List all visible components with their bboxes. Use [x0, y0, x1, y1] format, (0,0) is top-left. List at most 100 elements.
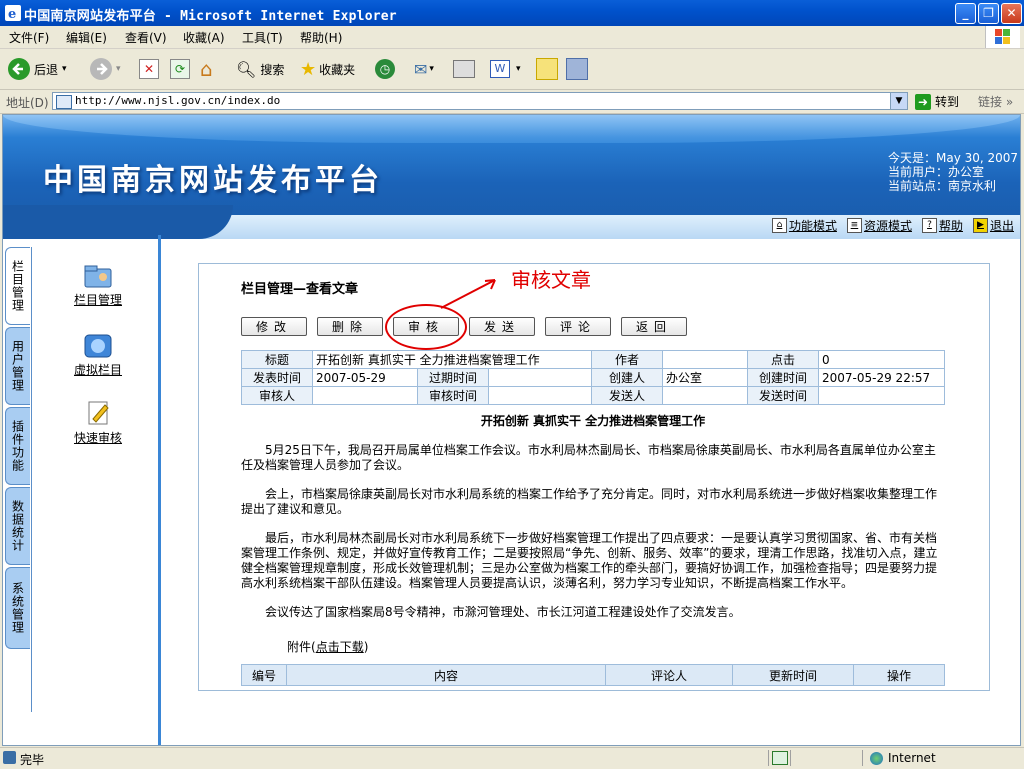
tab-user-management[interactable]: 用户管理	[5, 327, 30, 405]
print-button[interactable]	[453, 57, 475, 81]
document-icon: ≡	[846, 218, 862, 233]
history-icon: ◷	[375, 59, 395, 79]
nav-item-column-management[interactable]: 栏目管理	[63, 261, 133, 308]
annotation-ellipse	[385, 304, 467, 350]
annotation-label: 审核文章	[511, 268, 591, 292]
delete-article-button[interactable]: 删除	[317, 317, 383, 336]
close-button[interactable]: ✕	[1001, 3, 1022, 24]
nav-item-virtual-column[interactable]: 虚拟栏目	[63, 331, 133, 378]
edit-button[interactable]: W ▾	[490, 57, 521, 81]
left-border-line	[158, 235, 161, 745]
left-navigation: 栏目管理 用户管理 插件功能 数据统计 系统管理 栏目管理 虚拟栏目 快速审核	[3, 247, 161, 745]
back-dropdown-icon: ▾	[62, 64, 67, 74]
review-time-value	[488, 386, 592, 405]
site-banner: 中国南京网站发布平台 今天是：May 30, 2007 当前用户：办公室 当前站…	[3, 115, 1020, 239]
security-zone: Internet	[870, 751, 936, 765]
home-button[interactable]: ⌂	[200, 57, 213, 81]
edit-article-button[interactable]: 修改	[241, 317, 307, 336]
search-button[interactable]: 🔍︎ 搜索	[236, 57, 284, 81]
back-label: 后退	[34, 62, 59, 77]
folder-people-icon	[83, 261, 113, 289]
research-button[interactable]	[566, 57, 588, 81]
minimize-button[interactable]: _	[955, 3, 976, 24]
page-done-icon	[3, 751, 16, 764]
tab-column-management[interactable]: 栏目管理	[5, 247, 30, 325]
stop-button[interactable]: ✕	[139, 57, 159, 81]
current-user-text: 当前用户：办公室	[888, 165, 985, 179]
tab-data-statistics[interactable]: 数据统计	[5, 487, 30, 565]
back-to-list-button[interactable]: 返回	[621, 317, 687, 336]
tab-plugin-functions[interactable]: 插件功能	[5, 407, 30, 485]
send-time-label: 发送时间	[747, 386, 819, 405]
col-commenter: 评论人	[605, 664, 733, 686]
history-button[interactable]: ◷	[375, 57, 395, 81]
internet-globe-icon	[870, 751, 883, 765]
menu-favorites[interactable]: 收藏(A)	[183, 29, 225, 46]
tab-system-management[interactable]: 系统管理	[5, 567, 30, 649]
article-body: 开拓创新 真抓实干 全力推进档案管理工作 5月25日下午，我局召开局属单位档案工…	[241, 408, 945, 654]
links-button[interactable]: 链接 »	[978, 93, 1013, 110]
note-icon	[536, 58, 558, 80]
address-input[interactable]: http://www.njsl.gov.cn/index.do ▼	[52, 92, 908, 110]
window-title: 中国南京网站发布平台 - Microsoft Internet Explorer	[24, 9, 397, 24]
send-article-button[interactable]: 发送	[469, 317, 535, 336]
comment-article-button[interactable]: 评论	[545, 317, 611, 336]
address-bar: 地址(D) http://www.njsl.gov.cn/index.do ▼ …	[0, 90, 1024, 114]
address-dropdown-icon[interactable]: ▼	[890, 93, 907, 109]
page-heading: 栏目管理—查看文章	[241, 282, 359, 297]
today-text: 今天是：May 30, 2007	[888, 151, 1019, 165]
comments-table: 编号 内容 评论人 更新时间 操作	[241, 664, 945, 686]
refresh-icon: ⟳	[170, 59, 190, 79]
banner-curve	[3, 205, 233, 239]
title-label: 标题	[241, 350, 313, 369]
zone-label: Internet	[888, 751, 936, 765]
menu-file[interactable]: 文件(F)	[9, 29, 49, 46]
attachment-line: 附件(点击下载)	[241, 638, 945, 655]
popup-status-icon	[772, 751, 788, 765]
go-button[interactable]: ➜ 转到	[915, 93, 959, 110]
status-divider	[790, 750, 791, 766]
help-link[interactable]: ? 帮助	[921, 217, 963, 234]
col-updated: 更新时间	[732, 664, 854, 686]
session-info: 今天是：May 30, 2007 当前用户：办公室 当前站点：南京水利	[888, 151, 1018, 193]
author-label: 作者	[591, 350, 663, 369]
expire-time-label: 过期时间	[417, 368, 489, 387]
article-paragraph: 最后，市水利局林杰副局长对市水利局系统下一步做好档案管理工作提出了四点要求：一是…	[241, 531, 938, 590]
refresh-button[interactable]: ⟳	[170, 57, 190, 81]
nav-label: 栏目管理	[73, 293, 122, 307]
research-icon	[566, 58, 588, 80]
nav-label: 虚拟栏目	[73, 363, 122, 377]
menu-help[interactable]: 帮助(H)	[300, 29, 342, 46]
toolbar: 后退 ▾ ▾ ✕ ⟳ ⌂ 🔍︎ 搜索 ★ 收藏夹 ◷ ✉ ▾ W ▾	[0, 49, 1024, 90]
reviewer-value	[312, 386, 418, 405]
article-meta-table: 标题 开拓创新 真抓实干 全力推进档案管理工作 作者 点击 0 发表时间 200…	[241, 350, 945, 405]
forward-dropdown-icon: ▾	[116, 64, 121, 74]
col-number: 编号	[241, 664, 287, 686]
menu-view[interactable]: 查看(V)	[125, 29, 167, 46]
nav-item-quick-review[interactable]: 快速审核	[63, 399, 133, 446]
discuss-button[interactable]	[536, 57, 558, 81]
page-icon	[56, 95, 72, 109]
favorites-button[interactable]: ★ 收藏夹	[300, 57, 355, 81]
article-title: 开拓创新 真抓实干 全力推进档案管理工作	[480, 414, 706, 428]
mail-button[interactable]: ✉ ▾	[414, 57, 434, 81]
back-arrow-icon	[8, 58, 30, 80]
search-label: 搜索	[260, 62, 285, 77]
banner-ribbon	[3, 115, 1020, 143]
status-divider	[768, 750, 769, 766]
menu-tools[interactable]: 工具(T)	[242, 29, 283, 46]
site-title: 中国南京网站发布平台	[43, 163, 383, 198]
resource-mode-link[interactable]: ≡ 资源模式	[846, 217, 912, 234]
download-link[interactable]: 点击下载	[316, 640, 364, 654]
print-icon	[453, 60, 475, 78]
back-button[interactable]: 后退 ▾	[8, 57, 67, 81]
author-value	[662, 350, 748, 369]
expire-time-value	[488, 368, 592, 387]
maximize-button[interactable]: ❐	[978, 3, 999, 24]
menu-edit[interactable]: 编辑(E)	[66, 29, 107, 46]
sender-label: 发送人	[591, 386, 663, 405]
col-content: 内容	[286, 664, 606, 686]
logout-link[interactable]: ▶ 退出	[972, 217, 1014, 234]
function-mode-link[interactable]: ⌂ 功能模式	[771, 217, 837, 234]
forward-button[interactable]: ▾	[90, 57, 121, 81]
